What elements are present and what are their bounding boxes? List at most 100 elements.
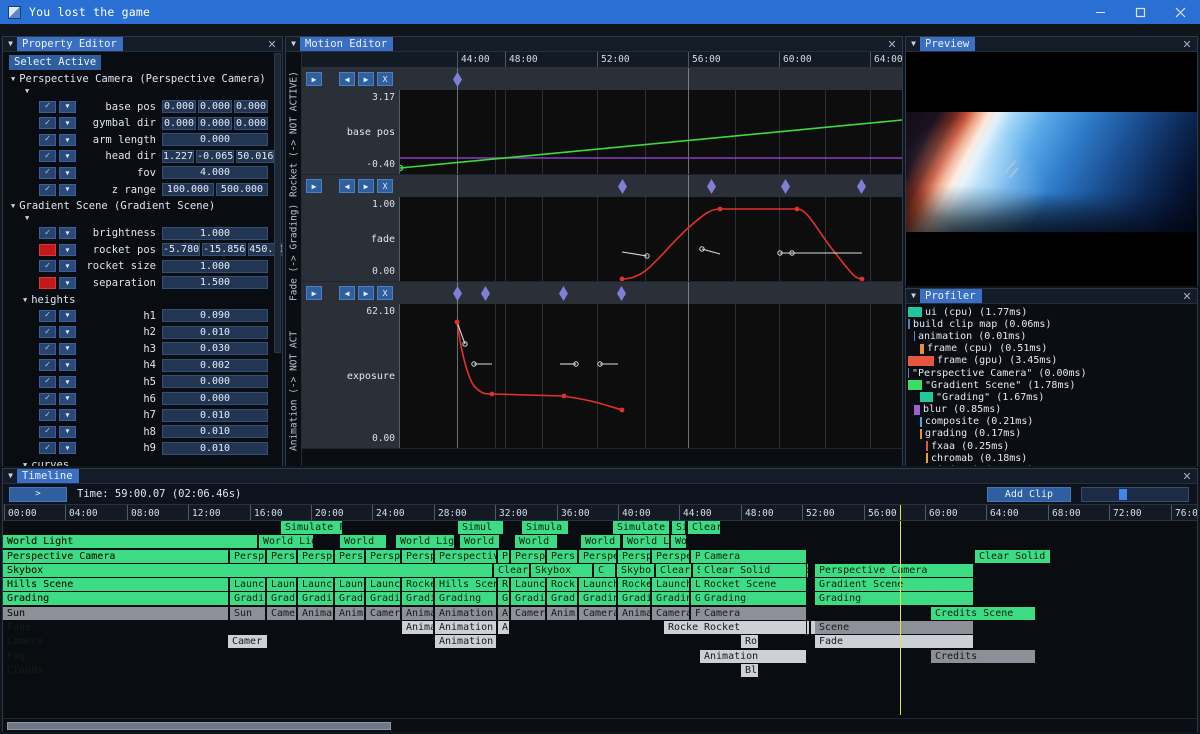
sub-expand-caret-icon[interactable]: ▼: [3, 87, 282, 97]
close-button[interactable]: [1160, 0, 1200, 24]
value-input[interactable]: 0.000: [198, 100, 232, 114]
value-input[interactable]: 0.000: [162, 100, 196, 114]
chevron-down-icon[interactable]: ▼: [59, 442, 76, 455]
play-button[interactable]: >: [9, 486, 67, 502]
value-input[interactable]: 0.000: [198, 116, 232, 130]
play-button[interactable]: ▶: [306, 72, 322, 86]
timeline-clip[interactable]: Perspe: [579, 549, 617, 563]
sub-expand-caret-icon[interactable]: ▼: [3, 214, 282, 224]
timeline-clip[interactable]: Credits Scene: [931, 606, 1036, 620]
timeline-zoom-slider[interactable]: [1081, 486, 1189, 502]
timeline-clip[interactable]: Rocket: [700, 621, 807, 635]
checkbox-checked-icon[interactable]: ✓: [39, 409, 56, 422]
timeline-clip[interactable]: Sun: [230, 606, 266, 620]
timeline-clip[interactable]: Perspective Camera: [815, 563, 974, 577]
keyframe-marker[interactable]: [453, 72, 462, 87]
timeline-clip[interactable]: Anim: [547, 606, 578, 620]
timeline-clip[interactable]: Grading: [700, 592, 807, 606]
timeline-ruler[interactable]: 00:00 04:00 08:00 12:00 16:00 20:00 24:00 28:00…: [3, 504, 1197, 521]
checkbox-checked-icon[interactable]: ✓: [39, 392, 56, 405]
value-input[interactable]: -15.856: [202, 243, 247, 257]
timeline-clip[interactable]: Launc: [366, 578, 401, 592]
timeline-clip[interactable]: Simulate: [613, 521, 670, 534]
delete-key-button[interactable]: X: [377, 72, 393, 86]
timeline-clip[interactable]: Ro: [741, 635, 759, 649]
timeline-clip[interactable]: World Ligh: [396, 535, 455, 549]
timeline-clip[interactable]: Pers: [335, 549, 365, 563]
keyframe-marker[interactable]: [781, 179, 790, 194]
timeline-clip[interactable]: Si: [672, 521, 686, 534]
timeline-clip[interactable]: Camera: [700, 549, 807, 563]
checkbox-disabled-icon[interactable]: [39, 276, 56, 289]
timeline-clip[interactable]: Persp: [618, 549, 651, 563]
value-input[interactable]: 0.000: [162, 116, 196, 130]
timeline-clip[interactable]: C: [594, 563, 616, 577]
close-icon[interactable]: ✕: [885, 37, 899, 52]
minimize-button[interactable]: [1080, 0, 1120, 24]
timeline-scroll-thumb[interactable]: [7, 722, 391, 730]
value-input[interactable]: -5.780: [162, 243, 201, 257]
chevron-down-icon[interactable]: ▼: [59, 425, 76, 438]
timeline-clip[interactable]: Grading: [815, 592, 974, 606]
timeline-clip[interactable]: Hills Scen: [435, 578, 497, 592]
chevron-down-icon[interactable]: ▼: [59, 309, 76, 322]
checkbox-checked-icon[interactable]: ✓: [39, 166, 56, 179]
timeline-clip[interactable]: Simul: [458, 521, 504, 534]
chevron-down-icon[interactable]: ▼: [59, 243, 76, 256]
timeline-clip[interactable]: Clear Solid: [975, 549, 1051, 563]
next-key-button[interactable]: ▶: [358, 286, 374, 300]
timeline-clip[interactable]: Grad: [267, 592, 297, 606]
timeline-clip[interactable]: Launc: [298, 578, 334, 592]
select-active-button[interactable]: Select Active: [9, 55, 102, 70]
chevron-down-icon[interactable]: ▼: [59, 359, 76, 372]
value-input[interactable]: 0.000: [234, 100, 268, 114]
chevron-down-icon[interactable]: ▼: [59, 150, 76, 163]
value-input[interactable]: -0.065: [196, 149, 235, 163]
timeline-clip[interactable]: Gradi: [366, 592, 401, 606]
add-clip-button[interactable]: Add Clip: [987, 486, 1071, 502]
tree-group-perspective-camera[interactable]: ▼ Perspective Camera (Perspective Camera…: [3, 73, 282, 85]
timeline-clip[interactable]: Gradi: [511, 592, 546, 606]
collapse-caret-icon[interactable]: ▼: [6, 40, 15, 49]
next-key-button[interactable]: ▶: [358, 72, 374, 86]
checkbox-checked-icon[interactable]: ✓: [39, 375, 56, 388]
timeline-clip[interactable]: World: [340, 535, 387, 549]
timeline-clip[interactable]: P: [498, 549, 510, 563]
tree-group-heights[interactable]: ▼ heights: [3, 294, 282, 306]
collapse-caret-icon[interactable]: ▼: [909, 292, 918, 301]
timeline-clip[interactable]: Rocket Scene: [700, 578, 807, 592]
timeline-clip[interactable]: Perspe: [652, 549, 690, 563]
value-input[interactable]: 100.000: [162, 183, 214, 197]
close-icon[interactable]: ✕: [1180, 37, 1194, 52]
play-button[interactable]: ▶: [306, 179, 322, 193]
maximize-button[interactable]: [1120, 0, 1160, 24]
timeline-clip[interactable]: Persp: [366, 549, 401, 563]
value-input[interactable]: 1.000: [162, 259, 268, 273]
value-input[interactable]: 1.227: [162, 149, 195, 163]
timeline-clip[interactable]: Camera: [700, 606, 807, 620]
checkbox-checked-icon[interactable]: ✓: [39, 425, 56, 438]
checkbox-checked-icon[interactable]: ✓: [39, 309, 56, 322]
timeline-clip[interactable]: Gradin: [652, 592, 690, 606]
timeline-clip[interactable]: A: [498, 621, 510, 635]
chevron-down-icon[interactable]: ▼: [59, 260, 76, 273]
timeline-clip[interactable]: Scene: [815, 621, 974, 635]
timeline-clip[interactable]: Laun: [267, 578, 297, 592]
timeline-clip[interactable]: Persp: [402, 549, 434, 563]
value-input[interactable]: 0.000: [162, 392, 268, 405]
timeline-clip[interactable]: R: [498, 578, 510, 592]
value-input[interactable]: 0.010: [162, 325, 268, 339]
timeline-clip[interactable]: Camer: [228, 635, 268, 649]
timeline-clip[interactable]: Camer: [366, 606, 401, 620]
close-icon[interactable]: ✕: [265, 37, 279, 52]
tree-group-curves[interactable]: ▼ curves: [3, 459, 282, 466]
checkbox-checked-icon[interactable]: ✓: [39, 150, 56, 163]
timeline-clip[interactable]: G: [498, 592, 510, 606]
chevron-down-icon[interactable]: ▼: [59, 375, 76, 388]
timeline-clip[interactable]: Anima: [618, 606, 651, 620]
keyframe-marker[interactable]: [707, 179, 716, 194]
timeline-clip[interactable]: A: [498, 606, 510, 620]
collapse-caret-icon[interactable]: ▼: [289, 40, 298, 49]
chevron-down-icon[interactable]: ▼: [59, 326, 76, 339]
timeline-clip[interactable]: World L: [623, 535, 670, 549]
